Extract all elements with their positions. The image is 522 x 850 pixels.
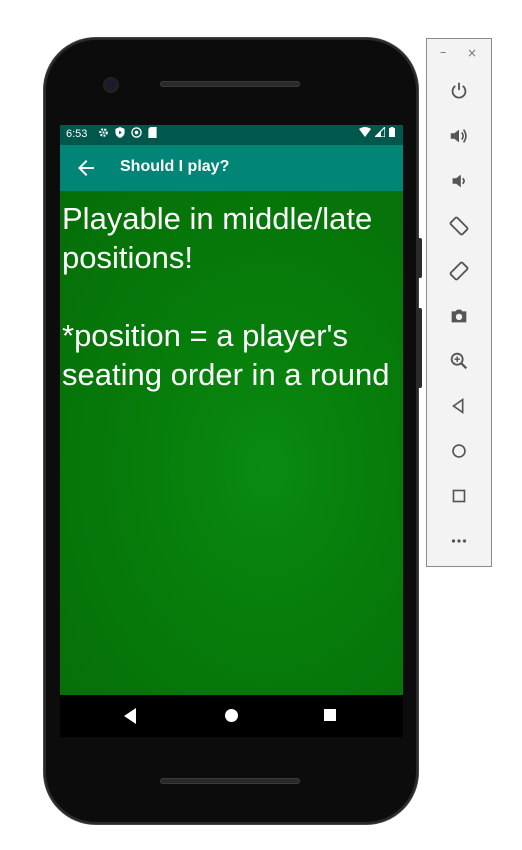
status-bar: 6:53 (60, 125, 403, 145)
volume-up-icon (450, 129, 467, 143)
home-icon (452, 444, 466, 458)
emulator-toolbar: – × (426, 38, 492, 567)
back-button[interactable] (447, 394, 471, 418)
home-button[interactable] (447, 439, 471, 463)
volume-down-button[interactable] (447, 169, 471, 193)
overview-icon (452, 489, 466, 503)
volume-down-icon (452, 174, 465, 188)
minimize-button[interactable]: – (440, 45, 447, 60)
cell-signal-icon (375, 127, 385, 137)
system-icons (359, 127, 395, 137)
toolbar-window-controls: – × (427, 45, 491, 63)
overview-button[interactable] (447, 484, 471, 508)
more-icon (451, 539, 467, 543)
power-icon (451, 82, 467, 99)
volume-side-button (417, 308, 422, 388)
sd-card-icon (148, 127, 157, 138)
sync-icon (131, 127, 142, 138)
camera-icon (451, 309, 467, 323)
back-icon (452, 397, 464, 415)
rotate-right-icon (449, 261, 469, 281)
zoom-button[interactable] (447, 349, 471, 373)
power-side-button (417, 238, 422, 278)
zoom-icon (450, 352, 468, 370)
notification-icons (98, 127, 157, 138)
status-time: 6:53 (66, 128, 88, 140)
phone-screen: 6:53 Should I play? Playable in middle/l… (60, 125, 403, 737)
battery-icon (389, 127, 395, 137)
navigation-bar (60, 695, 403, 737)
settings-icon (99, 128, 108, 137)
play-protect-icon (115, 127, 125, 138)
result-message: Playable in middle/late positions! *posi… (62, 201, 390, 392)
front-camera (105, 79, 117, 91)
volume-up-button[interactable] (447, 124, 471, 148)
power-button[interactable] (447, 79, 471, 103)
wifi-icon (359, 127, 371, 137)
felt-background: Playable in middle/late positions! *posi… (60, 191, 403, 695)
earpiece-speaker (160, 81, 300, 87)
back-arrow-icon[interactable] (74, 156, 98, 180)
rotate-right-button[interactable] (447, 259, 471, 283)
rotate-left-icon (449, 216, 469, 236)
nav-recent-apps-icon[interactable] (324, 709, 336, 721)
close-button[interactable]: × (467, 46, 477, 60)
app-title: Should I play? (120, 158, 230, 175)
screenshot-button[interactable] (447, 304, 471, 328)
bottom-speaker (160, 778, 300, 784)
more-button[interactable] (447, 529, 471, 553)
app-bar: Should I play? (60, 145, 403, 191)
nav-back-icon[interactable] (124, 708, 138, 724)
rotate-left-button[interactable] (447, 214, 471, 238)
nav-home-icon[interactable] (225, 709, 238, 722)
